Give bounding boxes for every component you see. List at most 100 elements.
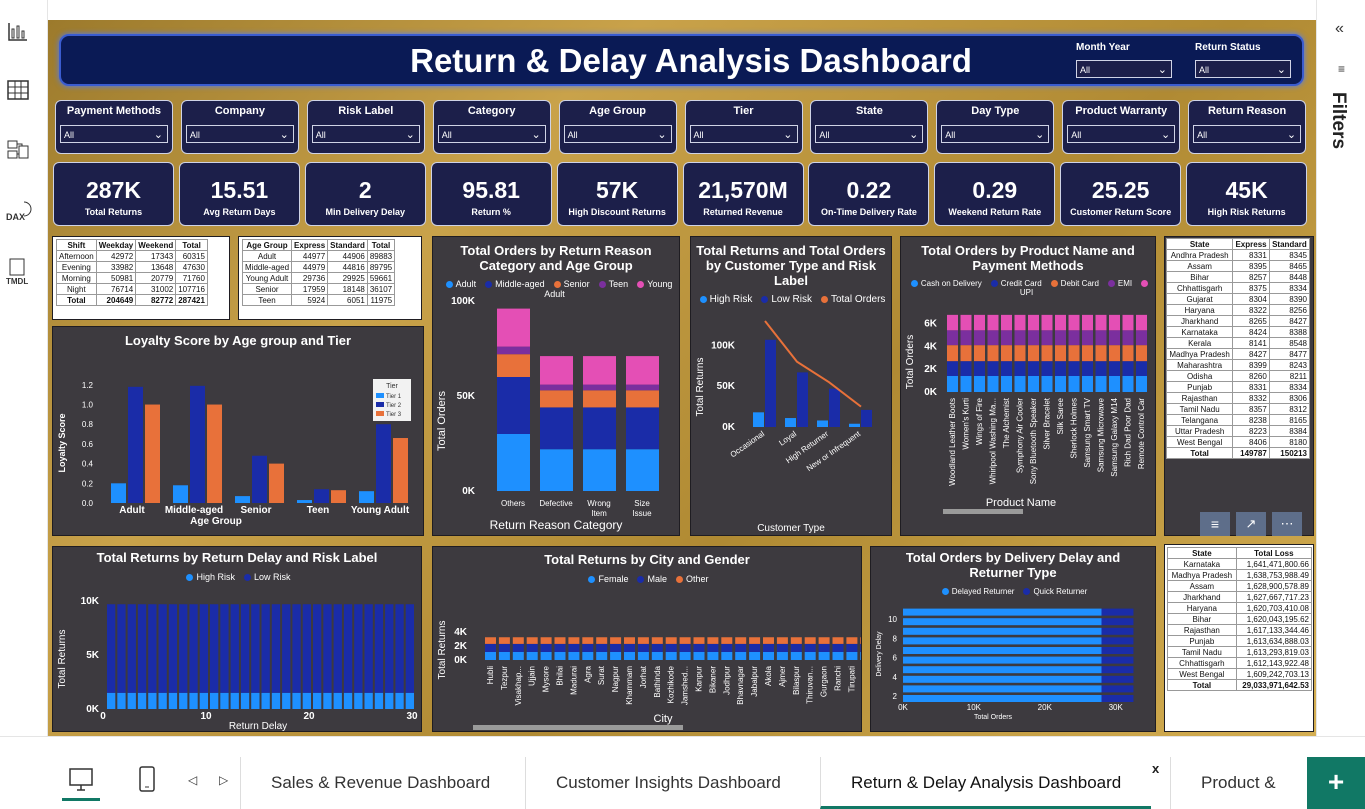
desktop-view-icon[interactable] xyxy=(62,765,100,801)
legend-item[interactable]: Total Orders xyxy=(818,294,885,305)
slicer-age-group[interactable]: Age Group All ⌄ xyxy=(558,100,677,154)
bar-segment xyxy=(1095,314,1107,331)
legend-item[interactable]: Senior xyxy=(551,279,590,289)
return-status-dropdown[interactable]: All ⌄ xyxy=(1195,60,1291,78)
return-status-slicer[interactable]: Return Status All ⌄ xyxy=(1195,42,1297,82)
slicer-dropdown[interactable]: All ⌄ xyxy=(689,125,798,143)
city-chart-legend: Female Male Other xyxy=(433,574,861,584)
close-tab-icon[interactable]: x xyxy=(1152,761,1159,776)
slicer-dropdown[interactable]: All ⌄ xyxy=(941,125,1050,143)
bar-segment xyxy=(179,604,188,693)
legend-item[interactable]: Female xyxy=(585,574,628,584)
column-header[interactable]: Express xyxy=(1232,238,1270,250)
legend-item[interactable]: Debit Card xyxy=(1048,279,1099,288)
more-options-icon[interactable]: ⋯ xyxy=(1272,512,1302,536)
report-view-icon[interactable] xyxy=(6,20,32,46)
slicer-product-warranty[interactable]: Product Warranty All ⌄ xyxy=(1062,100,1181,154)
prev-page-icon[interactable]: ◁ xyxy=(188,773,197,787)
page-tab[interactable]: Sales & Revenue Dashboard xyxy=(240,757,520,809)
bar-segment xyxy=(651,637,663,644)
slicer-dropdown[interactable]: All ⌄ xyxy=(1193,125,1302,143)
tmdl-view-icon[interactable]: TMDL xyxy=(6,258,32,286)
legend-item[interactable]: Adult xyxy=(443,279,476,289)
legend-item[interactable]: Delayed Returner xyxy=(939,587,1014,596)
slicer-dropdown[interactable]: All ⌄ xyxy=(1067,125,1176,143)
bar-segment xyxy=(554,637,566,644)
month-year-slicer[interactable]: Month Year All ⌄ xyxy=(1076,42,1178,82)
model-view-icon[interactable] xyxy=(6,138,32,164)
slicer-state[interactable]: State All ⌄ xyxy=(810,100,929,154)
filters-label[interactable]: Filters xyxy=(1327,92,1349,149)
table-cell: 8322 xyxy=(1232,304,1270,316)
kpi-value: 2 xyxy=(358,177,372,203)
column-header[interactable]: Age Group xyxy=(241,239,293,251)
page-tab[interactable]: Return & Delay Analysis Dashboard xyxy=(820,757,1152,809)
column-header[interactable]: Total Loss xyxy=(1235,547,1313,559)
slicer-day-type[interactable]: Day Type All ⌄ xyxy=(936,100,1055,154)
column-header[interactable]: State xyxy=(1165,238,1234,250)
slicer-dropdown[interactable]: All ⌄ xyxy=(311,125,420,143)
slicer-return-reason[interactable]: Return Reason All ⌄ xyxy=(1188,100,1307,154)
next-page-icon[interactable]: ▷ xyxy=(219,773,228,787)
slicer-dropdown[interactable]: All ⌄ xyxy=(60,125,168,143)
legend-item[interactable]: High Risk xyxy=(183,572,235,582)
slicer-category[interactable]: Category All ⌄ xyxy=(432,100,551,154)
slicer-payment-methods[interactable]: Payment Methods All ⌄ xyxy=(55,100,173,154)
bar-segment xyxy=(903,608,1102,616)
table-cell: Punjab xyxy=(1167,635,1237,647)
column-header[interactable]: Total xyxy=(366,239,396,251)
slicer-tier[interactable]: Tier All ⌄ xyxy=(684,100,803,154)
legend-item[interactable]: Teen xyxy=(596,279,628,289)
column-header[interactable]: Weekend xyxy=(135,239,177,251)
mobile-view-icon[interactable] xyxy=(137,765,157,800)
slicer-dropdown[interactable]: All ⌄ xyxy=(563,125,672,143)
focus-mode-icon[interactable]: ↗ xyxy=(1236,512,1266,536)
legend-item[interactable]: Other xyxy=(673,574,709,584)
month-year-dropdown[interactable]: All ⌄ xyxy=(1076,60,1172,78)
legend-item[interactable]: EMI xyxy=(1105,279,1132,288)
slicer-company[interactable]: Company All ⌄ xyxy=(180,100,299,154)
column-header[interactable]: Express xyxy=(291,239,329,251)
table-cell: 1,627,667,717.23 xyxy=(1235,591,1313,603)
table-row: Chhattisgarh 1,612,143,922.48 xyxy=(1167,657,1313,669)
column-header[interactable]: Shift xyxy=(56,239,97,251)
bar-segment xyxy=(498,637,510,644)
dax-query-icon[interactable]: DAX xyxy=(6,198,32,224)
slicer-dropdown[interactable]: All ⌄ xyxy=(437,125,546,143)
city-chart: 0K 2K 4K Total Returns Hubli Tezpur Visakhap..… xyxy=(437,621,861,730)
bar-segment xyxy=(1101,618,1134,626)
add-page-button[interactable]: + xyxy=(1307,757,1365,809)
legend-item[interactable]: Low Risk xyxy=(241,572,291,582)
expand-filters-icon[interactable]: « xyxy=(1335,20,1344,38)
slicer-dropdown[interactable]: All ⌄ xyxy=(815,125,924,143)
bar-segment xyxy=(960,376,972,392)
tick-label: 0K xyxy=(86,704,100,715)
column-header[interactable]: Standard xyxy=(1268,238,1311,250)
slicer-risk-label[interactable]: Risk Label All ⌄ xyxy=(306,100,425,154)
filter-icon[interactable]: ≡ xyxy=(1200,512,1230,536)
page-tab[interactable]: Product & Ra xyxy=(1170,757,1307,809)
legend-item[interactable]: Male xyxy=(634,574,667,584)
legend-item[interactable]: Low Risk xyxy=(758,294,812,305)
bar-segment xyxy=(282,692,291,709)
legend-item[interactable]: Credit Card xyxy=(988,279,1042,288)
kpi-label: Return % xyxy=(471,207,511,217)
table-cell: 29736 xyxy=(291,272,329,284)
bar-segment xyxy=(1014,330,1026,346)
slicer-dropdown[interactable]: All ⌄ xyxy=(185,125,294,143)
bar-segment xyxy=(860,643,861,652)
table-cell: 29,033,971,642.53 xyxy=(1235,679,1313,691)
column-header[interactable]: Standard xyxy=(327,239,368,251)
table-cell: 8257 xyxy=(1232,271,1270,283)
y-tick-label: 4 xyxy=(893,673,898,682)
legend-item[interactable]: Cash on Delivery xyxy=(908,279,982,288)
legend-item[interactable]: High Risk xyxy=(697,294,752,305)
x-tick-label: Nagpur xyxy=(611,666,620,693)
column-header[interactable]: State xyxy=(1167,547,1237,559)
legend-item[interactable]: Middle-aged xyxy=(482,279,545,289)
legend-item[interactable]: Quick Returner xyxy=(1020,587,1087,596)
page-tab[interactable]: Customer Insights Dashboard xyxy=(525,757,811,809)
column-header[interactable]: Weekday xyxy=(95,239,137,251)
table-view-icon[interactable] xyxy=(6,78,32,104)
column-header[interactable]: Total xyxy=(175,239,208,251)
